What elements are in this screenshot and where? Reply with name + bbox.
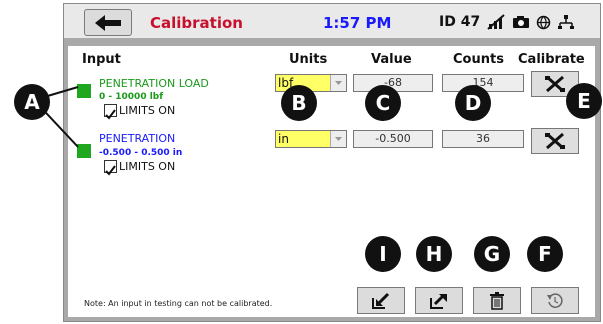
callout-f: F (527, 236, 563, 272)
callout-i: I (365, 236, 401, 272)
callout-g: G (474, 236, 510, 272)
callout-e: E (566, 83, 602, 119)
callout-c: C (365, 85, 401, 121)
callout-b: B (281, 85, 317, 121)
callout-h: H (416, 236, 452, 272)
callout-leader-lines (33, 86, 79, 148)
callout-d: D (455, 85, 491, 121)
callout-a: A (14, 84, 50, 120)
